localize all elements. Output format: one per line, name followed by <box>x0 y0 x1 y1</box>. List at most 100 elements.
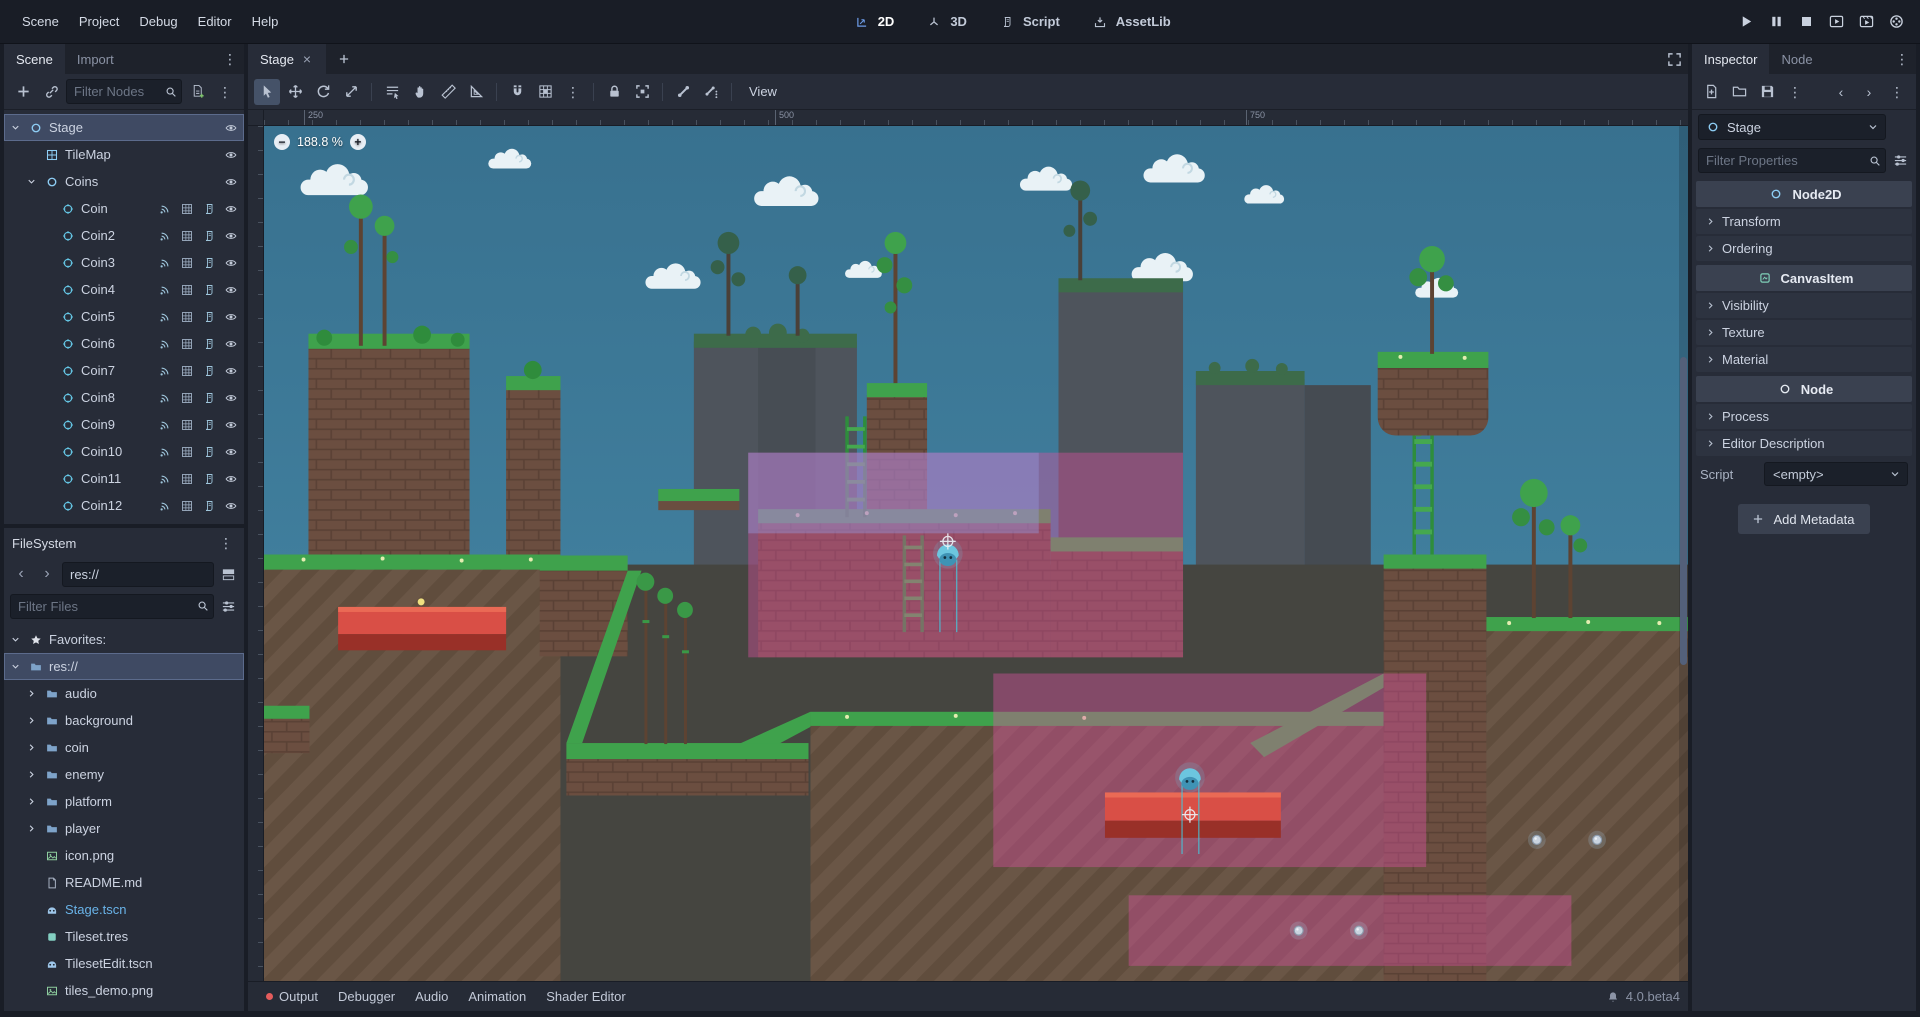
scene-node-coin[interactable]: Coin <box>4 195 244 222</box>
scale-tool-button[interactable] <box>338 79 364 105</box>
menu-project[interactable]: Project <box>69 7 129 37</box>
bottom-tab-output[interactable]: Output <box>256 982 328 1011</box>
panel-menu-icon[interactable]: ⋮ <box>216 533 236 553</box>
history-back-button[interactable]: ‹ <box>1828 79 1854 105</box>
eye-badge-icon[interactable] <box>221 523 240 524</box>
instance-scene-button[interactable] <box>38 79 64 105</box>
group-sel-tool-button[interactable] <box>629 79 655 105</box>
viewport-tab-stage[interactable]: Stage × <box>248 44 326 74</box>
menu-help[interactable]: Help <box>242 7 289 37</box>
zoom-in-button[interactable]: + <box>350 134 366 150</box>
attach-script-button[interactable] <box>184 79 210 105</box>
inspector-tab-node[interactable]: Node <box>1769 44 1824 74</box>
file-item-icon-png[interactable]: icon.png <box>4 842 244 869</box>
script-badge-icon[interactable] <box>199 226 218 245</box>
file-item-platform[interactable]: platform <box>4 788 244 815</box>
signal-badge-icon[interactable] <box>155 415 174 434</box>
snap-options-tool-button[interactable]: ⋮ <box>560 79 586 105</box>
history-forward-button[interactable]: › <box>1856 79 1882 105</box>
new-resource-button[interactable] <box>1698 79 1724 105</box>
new-tab-button[interactable] <box>326 44 362 74</box>
panel-menu-icon[interactable]: ⋮ <box>1892 49 1912 69</box>
fs-filter-input[interactable] <box>11 599 213 614</box>
group-badge-icon[interactable] <box>177 415 196 434</box>
group-badge-icon[interactable] <box>177 361 196 380</box>
collapse-arrow-icon[interactable] <box>8 122 23 133</box>
scene-node-coin9[interactable]: Coin9 <box>4 411 244 438</box>
scene-node-coin5[interactable]: Coin5 <box>4 303 244 330</box>
property-filter-input[interactable] <box>1699 153 1885 168</box>
signal-badge-icon[interactable] <box>155 388 174 407</box>
pause-button-icon[interactable] <box>1764 10 1788 34</box>
signal-badge-icon[interactable] <box>155 334 174 353</box>
eye-badge-icon[interactable] <box>221 334 240 353</box>
sort-files-icon[interactable] <box>218 596 238 616</box>
add-node-button[interactable] <box>10 79 36 105</box>
fs-forward-icon[interactable]: › <box>36 563 58 585</box>
inspector-group-transform[interactable]: Transform <box>1696 209 1912 234</box>
signal-badge-icon[interactable] <box>155 469 174 488</box>
bottom-tab-shader-editor[interactable]: Shader Editor <box>536 982 636 1011</box>
fs-path-input[interactable] <box>63 567 213 582</box>
workspace-3d[interactable]: 3D <box>914 7 977 37</box>
eye-badge-icon[interactable] <box>221 280 240 299</box>
scene-node-stage[interactable]: Stage <box>4 114 244 141</box>
eye-badge-icon[interactable] <box>221 442 240 461</box>
scene-node-coin10[interactable]: Coin10 <box>4 438 244 465</box>
smart-snap-tool-button[interactable] <box>504 79 530 105</box>
signal-badge-icon[interactable] <box>155 442 174 461</box>
signal-badge-icon[interactable] <box>155 496 174 515</box>
expand-arrow-icon[interactable] <box>24 688 39 699</box>
close-tab-icon[interactable]: × <box>300 52 314 66</box>
fs-back-icon[interactable]: ‹ <box>10 563 32 585</box>
group-badge-icon[interactable] <box>177 334 196 353</box>
play-custom-scene-button-icon[interactable] <box>1854 10 1878 34</box>
split-view-icon[interactable] <box>218 564 238 584</box>
rotate-tool-button[interactable] <box>310 79 336 105</box>
signal-badge-icon[interactable] <box>155 280 174 299</box>
view-menu-button[interactable]: View <box>739 79 787 105</box>
menu-debug[interactable]: Debug <box>129 7 187 37</box>
scene-node-coins[interactable]: Coins <box>4 168 244 195</box>
file-item-stage-tscn[interactable]: Stage.tscn <box>4 896 244 923</box>
expand-arrow-icon[interactable] <box>24 769 39 780</box>
scene-tab-import[interactable]: Import <box>65 44 126 74</box>
bottom-tab-audio[interactable]: Audio <box>405 982 458 1011</box>
movie-maker-button-icon[interactable] <box>1884 10 1908 34</box>
inspector-group-texture[interactable]: Texture <box>1696 320 1912 345</box>
select-tool-button[interactable] <box>254 79 280 105</box>
expand-viewport-icon[interactable] <box>1664 49 1684 69</box>
script-badge-icon[interactable] <box>199 496 218 515</box>
open-node-docs-icon[interactable] <box>1890 117 1910 137</box>
inspector-tab-inspector[interactable]: Inspector <box>1692 44 1769 74</box>
script-badge-icon[interactable] <box>199 469 218 488</box>
load-resource-button[interactable] <box>1726 79 1752 105</box>
group-badge-icon[interactable] <box>177 226 196 245</box>
scene-node-coin6[interactable]: Coin6 <box>4 330 244 357</box>
script-badge-icon[interactable] <box>199 388 218 407</box>
script-badge-icon[interactable] <box>199 361 218 380</box>
panel-menu-icon[interactable]: ⋮ <box>220 49 240 69</box>
expand-arrow-icon[interactable] <box>24 796 39 807</box>
inspector-group-visibility[interactable]: Visibility <box>1696 293 1912 318</box>
script-badge-icon[interactable] <box>199 199 218 218</box>
workspace-2d[interactable]: 2D <box>842 7 905 37</box>
group-badge-icon[interactable] <box>177 388 196 407</box>
2d-viewport-canvas[interactable]: − 188.8 % + <box>264 126 1688 981</box>
zoom-out-button[interactable]: − <box>274 134 290 150</box>
expand-arrow-icon[interactable] <box>24 823 39 834</box>
save-resource-button[interactable] <box>1754 79 1780 105</box>
eye-badge-icon[interactable] <box>221 172 240 191</box>
file-item-res-[interactable]: res:// <box>4 653 244 680</box>
scrollbar-thumb[interactable] <box>1680 357 1687 665</box>
signal-badge-icon[interactable] <box>155 199 174 218</box>
collapse-arrow-icon[interactable] <box>8 661 23 672</box>
script-badge-icon[interactable] <box>199 523 218 524</box>
file-item-audio[interactable]: audio <box>4 680 244 707</box>
lock-tool-button[interactable] <box>601 79 627 105</box>
scene-node-coin4[interactable]: Coin4 <box>4 276 244 303</box>
ruler-tool-button[interactable] <box>435 79 461 105</box>
script-badge-icon[interactable] <box>199 415 218 434</box>
expand-arrow-icon[interactable] <box>24 742 39 753</box>
inspector-group-process[interactable]: Process <box>1696 404 1912 429</box>
